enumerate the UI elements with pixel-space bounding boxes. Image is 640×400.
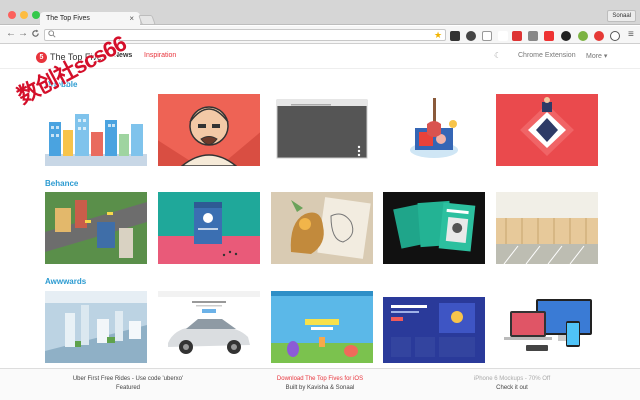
browser-tab[interactable]: The Top Fives × xyxy=(40,12,140,26)
maximize-window-button[interactable] xyxy=(32,11,40,19)
extension-icon[interactable] xyxy=(561,31,571,41)
extension-icon[interactable] xyxy=(498,31,508,41)
nav-inspiration-link[interactable]: Inspiration xyxy=(144,52,176,59)
thumbnail-parking-lot[interactable] xyxy=(496,192,598,264)
search-icon xyxy=(48,30,56,40)
extension-icon[interactable] xyxy=(610,31,620,41)
footer-mockups-title: iPhone 6 Mockups - 70% Off xyxy=(473,376,551,382)
footer-download-title: Download The Top Fives for iOS xyxy=(276,376,364,382)
moon-icon[interactable]: ☾ xyxy=(494,51,501,60)
profile-button[interactable]: Sonaal xyxy=(607,10,636,22)
thumbnail-red-isometric-illustration[interactable] xyxy=(496,94,598,166)
extension-icon[interactable] xyxy=(512,31,522,41)
thumbnail-city-model[interactable] xyxy=(45,291,147,363)
footer-promo-title: Uber First Free Rides - Use code 'uberxo… xyxy=(72,376,184,382)
browser-titlebar: The Top Fives × Sonaal xyxy=(0,0,640,26)
thumbnail-isometric-street[interactable] xyxy=(45,192,147,264)
thumbnail-guitar-illustration[interactable] xyxy=(383,94,485,166)
bookmark-star-icon[interactable]: ★ xyxy=(434,30,442,41)
layers-icon[interactable] xyxy=(482,31,492,41)
thumbnail-game-landing-page[interactable] xyxy=(271,291,373,363)
tab-close-icon[interactable]: × xyxy=(129,14,134,23)
thumbnail-coffee-packaging[interactable] xyxy=(158,192,260,264)
section-title-awwwards: Awwwards xyxy=(45,277,87,286)
extension-icon[interactable] xyxy=(528,31,538,41)
thumbnail-creature-sketch[interactable] xyxy=(271,192,373,264)
nav-news-link[interactable]: News xyxy=(114,52,132,59)
footer-mockups-sub: Check it out xyxy=(496,385,528,391)
footer-promo-uber[interactable]: Uber First Free Rides - Use code 'uberxo… xyxy=(28,375,228,393)
section-title-behance: Behance xyxy=(45,179,79,188)
thumbnail-device-mockups[interactable] xyxy=(496,291,598,363)
page-footer: Uber First Free Rides - Use code 'uberxo… xyxy=(0,368,640,400)
thumbnail-blue-web-app[interactable] xyxy=(383,291,485,363)
minimize-window-button[interactable] xyxy=(20,11,28,19)
brand-name[interactable]: The Top Fives xyxy=(50,52,106,62)
footer-download-ios[interactable]: Download The Top Fives for iOS Built by … xyxy=(220,375,420,393)
thumbnail-bald-man-portrait[interactable] xyxy=(158,94,260,166)
back-icon[interactable]: ← xyxy=(6,28,16,39)
thumbnail-green-magazines[interactable] xyxy=(383,192,485,264)
address-bar[interactable] xyxy=(44,29,446,41)
reload-icon[interactable] xyxy=(31,29,40,40)
extension-icon[interactable] xyxy=(544,31,554,41)
new-tab-button[interactable] xyxy=(138,15,156,25)
extension-icon[interactable] xyxy=(578,31,588,41)
footer-credits: Built by Kavisha & Sonaal xyxy=(285,385,355,391)
extension-icon[interactable] xyxy=(594,31,604,41)
thumbnail-car-landing-page[interactable] xyxy=(158,291,260,363)
forward-icon[interactable]: → xyxy=(18,28,28,39)
more-menu[interactable]: More ▾ xyxy=(586,52,607,60)
browser-toolbar: ← → ★ ≡ xyxy=(0,26,640,44)
tab-title: The Top Fives xyxy=(46,15,90,22)
close-window-button[interactable] xyxy=(8,11,16,19)
site-header: 5 The Top Fives News Inspiration ☾ Chrom… xyxy=(0,45,640,69)
extension-icon[interactable] xyxy=(466,31,476,41)
thumbnail-city-illustration[interactable] xyxy=(45,94,147,166)
thumbnail-dark-ui-mockup[interactable] xyxy=(271,94,373,166)
logo-icon[interactable]: 5 xyxy=(36,52,47,63)
section-title-dribbble: Dribbble xyxy=(45,80,78,89)
extension-icon[interactable] xyxy=(450,31,460,41)
footer-promo-mockups[interactable]: iPhone 6 Mockups - 70% Off Check it out xyxy=(412,375,612,393)
menu-icon[interactable]: ≡ xyxy=(628,29,634,40)
chrome-extension-link[interactable]: Chrome Extension xyxy=(518,52,576,59)
footer-promo-sub: Featured xyxy=(115,385,140,391)
